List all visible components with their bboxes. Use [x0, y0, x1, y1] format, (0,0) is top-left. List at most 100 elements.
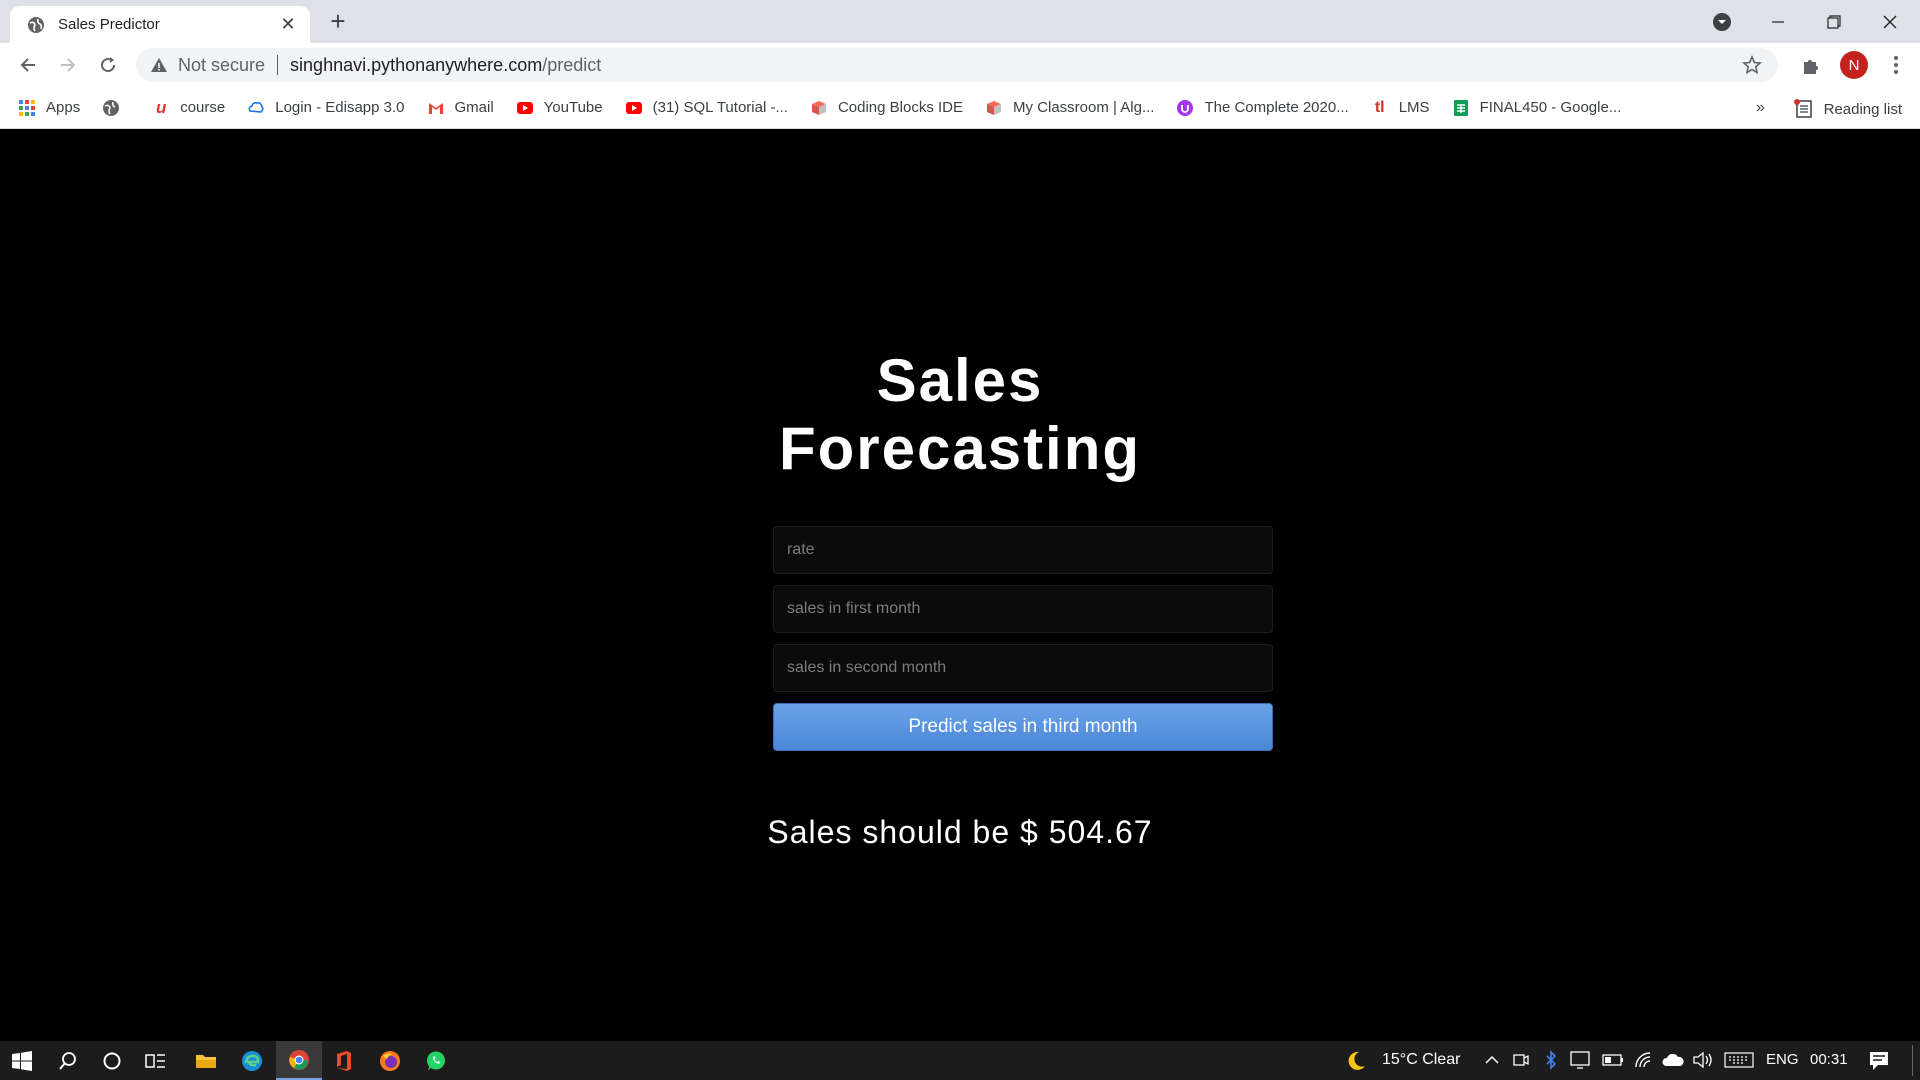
arrow-right-icon — [61, 58, 76, 72]
page-content: Sales Forecasting Predict sales in third… — [0, 129, 1920, 1041]
bluetooth-icon[interactable] — [1544, 1050, 1558, 1070]
apps-grid-icon — [19, 99, 35, 116]
star-bookmark-icon[interactable] — [1742, 55, 1762, 75]
reload-button[interactable] — [94, 51, 122, 79]
chrome-menu-icon[interactable] — [1884, 53, 1908, 77]
prediction-result: Sales should be $ 504.67 — [767, 814, 1153, 850]
keyboard-icon[interactable] — [1724, 1052, 1754, 1068]
close-window-button[interactable] — [1862, 0, 1918, 43]
address-bar[interactable]: Not secure singhnavi.pythonanywhere.com/… — [136, 48, 1778, 82]
bookmark-final450[interactable]: FINAL450 - Google... — [1452, 99, 1622, 117]
arrow-left-icon — [20, 58, 35, 72]
search-icon — [59, 1051, 76, 1070]
bookmark-apps[interactable]: Apps — [18, 99, 80, 117]
bookmark-edisapp[interactable]: Login - Edisapp 3.0 — [247, 99, 405, 117]
wifi-icon[interactable] — [1634, 1051, 1654, 1069]
file-explorer-button[interactable] — [184, 1041, 228, 1080]
language-indicator[interactable]: ENG — [1766, 1051, 1799, 1068]
forward-button[interactable] — [54, 51, 82, 79]
clock-time[interactable]: 00:31 — [1810, 1051, 1848, 1068]
bookmark-label: FINAL450 - Google... — [1479, 99, 1622, 116]
edisapp-icon — [248, 101, 264, 113]
weather-text[interactable]: 15°C Clear — [1382, 1051, 1460, 1069]
start-button[interactable] — [0, 1041, 44, 1080]
gmail-icon — [428, 102, 443, 114]
bookmark-label: Gmail — [454, 99, 494, 116]
reload-icon — [101, 57, 116, 73]
tab-sales-predictor[interactable]: Sales Predictor ✕ — [10, 6, 310, 43]
new-tab-button[interactable]: + — [324, 8, 352, 36]
back-button[interactable] — [14, 51, 42, 79]
firefox-button[interactable] — [368, 1041, 412, 1080]
cortana-circle-icon — [103, 1052, 121, 1069]
moon-weather-icon[interactable] — [1345, 1050, 1367, 1072]
reading-list-icon — [1793, 99, 1812, 118]
notification-center-icon[interactable] — [1868, 1050, 1890, 1072]
bookmark-my-classroom[interactable]: My Classroom | Alg... — [985, 99, 1154, 117]
bookmark-label: Login - Edisapp 3.0 — [275, 99, 405, 116]
meet-now-icon[interactable] — [1512, 1051, 1530, 1069]
first-month-sales-input[interactable] — [773, 585, 1273, 633]
bookmarks-bar: Apps u course Login - Edisapp 3.0 Gmail … — [0, 87, 1920, 129]
udemy-course-icon — [1177, 99, 1194, 116]
coding-blocks-icon — [987, 100, 1002, 115]
udemy-icon: u — [156, 97, 167, 117]
minimize-icon — [1772, 20, 1784, 23]
search-button[interactable] — [46, 1041, 90, 1080]
omnibox-divider — [277, 55, 279, 75]
bookmark-complete-2020[interactable]: The Complete 2020... — [1176, 99, 1349, 117]
bookmark-youtube[interactable]: YouTube — [516, 99, 603, 117]
url-path: /predict — [542, 54, 602, 75]
show-desktop-divider[interactable] — [1912, 1045, 1913, 1076]
predict-button[interactable]: Predict sales in third month — [773, 703, 1273, 751]
title-line-2: Forecasting — [778, 415, 1142, 482]
close-tab-icon[interactable]: ✕ — [278, 14, 298, 35]
close-icon — [1883, 15, 1897, 28]
bookmark-lms[interactable]: tl LMS — [1371, 99, 1430, 117]
office-button[interactable] — [322, 1041, 366, 1080]
display-icon[interactable] — [1570, 1051, 1590, 1069]
rate-input[interactable] — [773, 526, 1273, 574]
battery-icon[interactable] — [1602, 1053, 1624, 1067]
task-view-button[interactable] — [134, 1041, 178, 1080]
globe-icon — [103, 99, 120, 116]
chevron-down-icon — [1713, 12, 1731, 31]
page-title: Sales Forecasting — [0, 347, 1920, 483]
reading-list-button[interactable]: Reading list — [1793, 99, 1902, 119]
bookmark-label: YouTube — [543, 99, 603, 116]
tab-search-button[interactable] — [1694, 0, 1750, 43]
bookmark-globe[interactable] — [102, 99, 130, 117]
bookmark-gmail[interactable]: Gmail — [427, 99, 494, 117]
second-month-sales-input[interactable] — [773, 644, 1273, 692]
url-host: singhnavi.pythonanywhere.com — [290, 54, 543, 75]
tab-title: Sales Predictor — [58, 16, 160, 33]
restore-button[interactable] — [1806, 0, 1862, 43]
url-text[interactable]: singhnavi.pythonanywhere.com/predict — [290, 55, 601, 76]
browser-tab-strip: Sales Predictor ✕ + — [0, 0, 1920, 43]
cortana-button[interactable] — [90, 1041, 134, 1080]
youtube-icon — [625, 101, 642, 114]
minimize-button[interactable] — [1750, 0, 1806, 43]
edge-button[interactable] — [230, 1041, 274, 1080]
security-label[interactable]: Not secure — [178, 55, 265, 76]
bookmarks-overflow-button[interactable]: » — [1756, 99, 1765, 117]
chrome-icon — [289, 1049, 309, 1070]
youtube-icon — [516, 101, 533, 114]
bookmark-course[interactable]: u course — [152, 97, 225, 117]
bookmark-sql-tutorial[interactable]: (31) SQL Tutorial -... — [625, 99, 788, 117]
volume-icon[interactable] — [1692, 1051, 1714, 1069]
chevron-up-icon[interactable] — [1484, 1053, 1500, 1067]
task-view-icon — [145, 1053, 165, 1068]
bookmark-label: Coding Blocks IDE — [837, 99, 964, 116]
bookmark-label: LMS — [1398, 99, 1430, 116]
whatsapp-icon — [427, 1051, 445, 1070]
profile-avatar[interactable]: N — [1840, 51, 1868, 79]
coding-blocks-icon — [811, 100, 826, 115]
whatsapp-button[interactable] — [414, 1041, 458, 1080]
chrome-taskbar-button[interactable] — [276, 1041, 322, 1080]
bookmark-coding-blocks[interactable]: Coding Blocks IDE — [810, 99, 963, 117]
onedrive-cloud-icon[interactable] — [1662, 1052, 1684, 1068]
lms-icon: tl — [1374, 98, 1385, 116]
folder-icon — [196, 1054, 216, 1068]
extensions-puzzle-icon[interactable] — [1800, 53, 1824, 77]
